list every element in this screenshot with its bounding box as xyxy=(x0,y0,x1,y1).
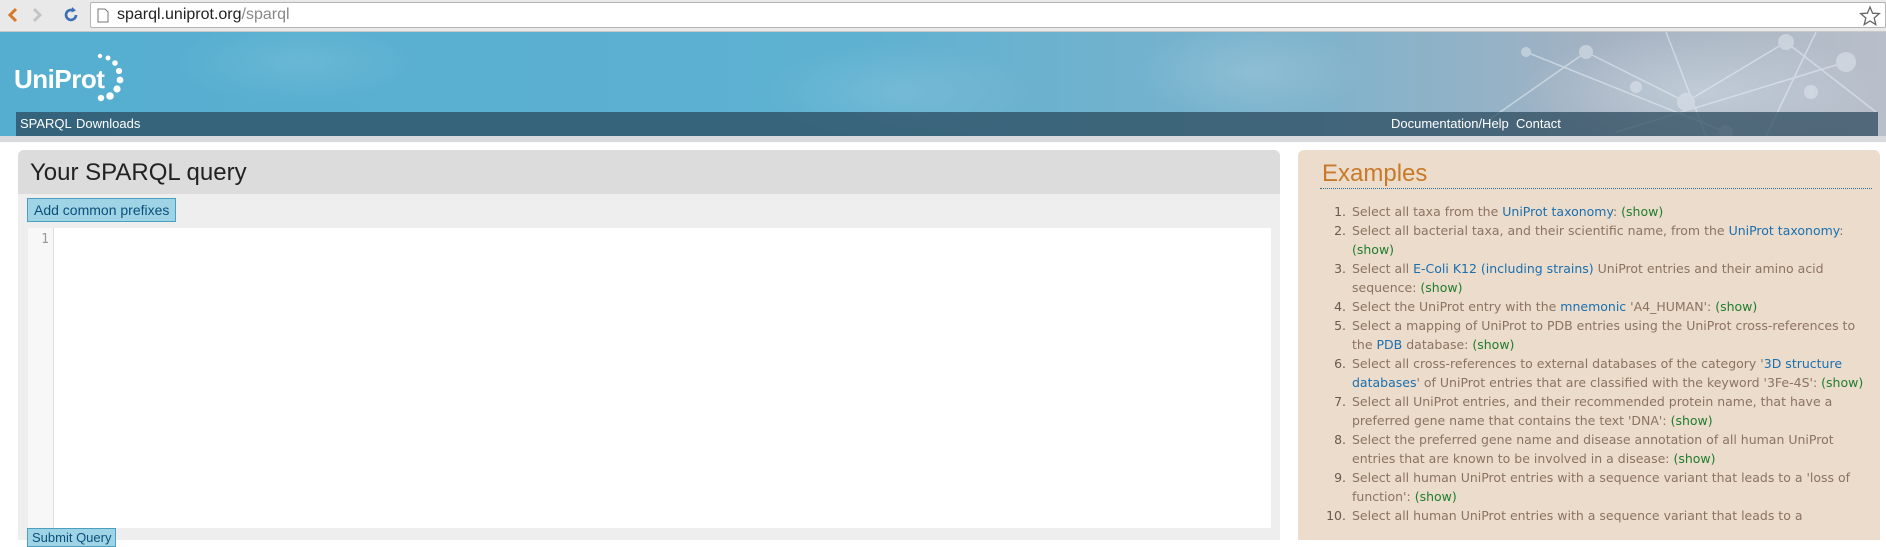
url-host: sparql.uniprot.org xyxy=(117,6,242,23)
example-item: 9. Select all human UniProt entries with … xyxy=(1322,468,1874,506)
example-number: 2. xyxy=(1334,223,1346,238)
example-number: 6. xyxy=(1334,356,1346,371)
nav-downloads[interactable]: Downloads xyxy=(76,116,140,131)
example-number: 9. xyxy=(1334,470,1346,485)
example-link[interactable]: UniProt taxonomy xyxy=(1729,223,1840,238)
example-text: ' of UniProt entries that are classified… xyxy=(1416,375,1822,390)
address-bar[interactable]: sparql.uniprot.org/sparql xyxy=(90,2,1886,28)
example-show-link[interactable]: (show) xyxy=(1671,413,1713,428)
example-show-link[interactable]: (show) xyxy=(1472,337,1514,352)
example-text: 'A4_HUMAN': xyxy=(1626,299,1716,314)
examples-panel: Examples 1. Select all taxa from the UniP… xyxy=(1298,150,1880,540)
line-number-gutter: 1 xyxy=(28,228,54,528)
back-icon[interactable] xyxy=(0,2,26,28)
example-link[interactable]: E-Coli K12 (including strains) xyxy=(1413,261,1594,276)
example-number: 10. xyxy=(1326,508,1346,523)
example-number: 5. xyxy=(1334,318,1346,333)
example-show-link[interactable]: (show) xyxy=(1621,204,1663,219)
example-number: 8. xyxy=(1334,432,1346,447)
query-panel-header: Your SPARQL query xyxy=(18,150,1280,194)
example-link[interactable]: PDB xyxy=(1377,337,1403,352)
example-text: Select all taxa from the xyxy=(1352,204,1503,219)
query-title: Your SPARQL query xyxy=(30,159,247,186)
example-text: : xyxy=(1612,204,1622,219)
add-common-prefixes-button[interactable]: Add common prefixes xyxy=(27,198,177,222)
example-item: 10. Select all human UniProt entries with… xyxy=(1322,506,1874,525)
example-show-link[interactable]: (show) xyxy=(1420,280,1462,295)
example-show-link[interactable]: (show) xyxy=(1715,299,1757,314)
submit-query-button[interactable]: Submit Query xyxy=(27,528,117,547)
logo-dots-icon xyxy=(97,53,124,102)
example-item: 6. Select all cross-references to externa… xyxy=(1322,354,1874,392)
url-path: /sparql xyxy=(241,6,290,23)
example-item: 1. Select all taxa from the UniProt taxon… xyxy=(1322,202,1874,221)
example-item: 3. Select all E-Coli K12 (including strai… xyxy=(1322,259,1874,297)
line-number: 1 xyxy=(41,232,49,247)
example-show-link[interactable]: (show) xyxy=(1673,451,1715,466)
example-show-link[interactable]: (show) xyxy=(1821,375,1863,390)
example-number: 7. xyxy=(1334,394,1346,409)
query-panel: Your SPARQL query Add common prefixes 1 … xyxy=(18,150,1280,547)
example-item: 7. Select all UniProt entries, and their … xyxy=(1322,392,1874,430)
bookmark-star-icon[interactable] xyxy=(1859,5,1881,27)
nav-contact[interactable]: Contact xyxy=(1516,116,1561,131)
example-link[interactable]: mnemonic xyxy=(1560,299,1626,314)
example-text: Select the UniProt entry with the xyxy=(1352,299,1561,314)
example-text: Select the preferred gene name and disea… xyxy=(1352,432,1834,466)
example-text: : xyxy=(1839,223,1844,238)
examples-title: Examples xyxy=(1322,160,1428,187)
example-text: Select all UniProt entries, and their re… xyxy=(1352,394,1833,428)
example-link[interactable]: UniProt taxonomy xyxy=(1502,204,1613,219)
example-text: Select all cross-references to external … xyxy=(1352,356,1764,371)
main-nav: SPARQL Downloads Documentation/Help Cont… xyxy=(16,112,1878,136)
browser-toolbar: sparql.uniprot.org/sparql xyxy=(0,0,1886,32)
sparql-query-editor[interactable]: 1 xyxy=(28,228,1271,528)
reload-icon[interactable] xyxy=(58,2,84,28)
nav-sparql[interactable]: SPARQL xyxy=(20,116,72,131)
example-show-link[interactable]: (show) xyxy=(1352,242,1394,257)
examples-list: 1. Select all taxa from the UniProt taxon… xyxy=(1322,202,1874,525)
example-number: 3. xyxy=(1334,261,1346,276)
examples-divider xyxy=(1320,188,1872,189)
example-text: Select all xyxy=(1352,261,1414,276)
example-text: database: xyxy=(1402,337,1473,352)
page-icon xyxy=(97,8,109,23)
example-item: 2. Select all bacterial taxa, and their s… xyxy=(1322,221,1874,259)
example-show-link[interactable]: (show) xyxy=(1415,489,1457,504)
site-header: UniProt SPARQL Downloads Documentation/H… xyxy=(0,32,1886,142)
example-number: 1. xyxy=(1334,204,1346,219)
nav-documentation-help[interactable]: Documentation/Help xyxy=(1391,116,1509,131)
example-item: 8. Select the preferred gene name and dis… xyxy=(1322,430,1874,468)
logo-text: UniProt xyxy=(14,64,105,94)
url-text: sparql.uniprot.org/sparql xyxy=(117,6,290,24)
example-item: 5. Select a mapping of UniProt to PDB ent… xyxy=(1322,316,1874,354)
forward-icon[interactable] xyxy=(24,2,50,28)
example-text: Select all human UniProt entries with a … xyxy=(1352,508,1803,523)
example-number: 4. xyxy=(1334,299,1346,314)
example-text: Select all bacterial taxa, and their sci… xyxy=(1352,223,1729,238)
example-item: 4. Select the UniProt entry with the mnem… xyxy=(1322,297,1874,316)
